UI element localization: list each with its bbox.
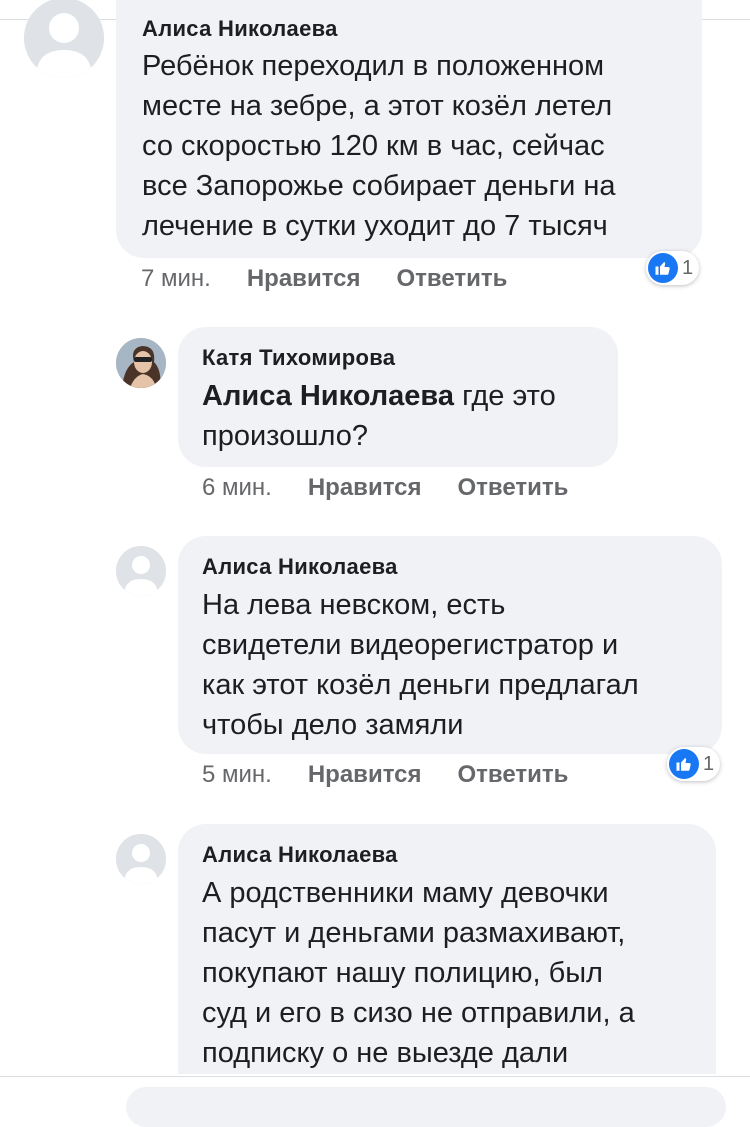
reply-button[interactable]: Ответить (396, 265, 507, 293)
comment-bubble: Алиса Николаева А родственники маму дево… (178, 824, 716, 1074)
user-photo-icon (116, 338, 166, 388)
avatar[interactable] (116, 338, 166, 388)
comment-bubble: Алиса Николаева Ребёнок переходил в поло… (116, 0, 702, 258)
comment-text: А родственники маму девочки пасут и день… (202, 877, 635, 1069)
like-icon (648, 253, 678, 283)
comment-author[interactable]: Алиса Николаева (202, 554, 698, 580)
reaction-count-badge[interactable]: 1 (646, 251, 700, 285)
comment-author[interactable]: Катя Тихомирова (202, 345, 594, 371)
comment-time[interactable]: 5 мин. (202, 761, 272, 789)
avatar[interactable] (116, 546, 166, 596)
comment-meta: 7 мин. Нравится Ответить (141, 265, 507, 293)
reply-button[interactable]: Ответить (457, 761, 568, 789)
comment-text: На лева невском, есть свидетели видеорег… (202, 589, 639, 741)
comment-text: Ребёнок переходил в положенном месте на … (142, 50, 616, 242)
comment-text: Алиса Николаева где это произошло? (202, 380, 556, 452)
comment-bubble: Катя Тихомирова Алиса Николаева где это … (178, 327, 618, 467)
comment-bubble: Алиса Николаева На лева невском, есть св… (178, 536, 722, 754)
like-button[interactable]: Нравится (308, 474, 422, 502)
reaction-count: 1 (703, 752, 715, 775)
reply-button[interactable]: Ответить (457, 474, 568, 502)
comment-meta: 5 мин. Нравится Ответить (202, 761, 568, 789)
default-avatar-icon (116, 546, 166, 596)
default-avatar-icon (116, 834, 166, 884)
like-button[interactable]: Нравится (247, 265, 361, 293)
avatar[interactable] (116, 834, 166, 884)
like-icon (669, 749, 699, 779)
comment-time[interactable]: 6 мин. (202, 474, 272, 502)
comment-meta: 6 мин. Нравится Ответить (202, 474, 568, 502)
reaction-count-badge[interactable]: 1 (667, 747, 721, 781)
bottom-divider (0, 1076, 750, 1077)
comment-author[interactable]: Алиса Николаева (202, 842, 692, 868)
like-button[interactable]: Нравится (308, 761, 422, 789)
avatar[interactable] (24, 0, 104, 78)
reaction-count: 1 (682, 256, 694, 279)
comment-author[interactable]: Алиса Николаева (142, 16, 678, 42)
mention-link[interactable]: Алиса Николаева (202, 380, 454, 412)
default-avatar-icon (24, 0, 104, 78)
comment-bubble-partial (126, 1087, 726, 1127)
comment-time[interactable]: 7 мин. (141, 265, 211, 293)
